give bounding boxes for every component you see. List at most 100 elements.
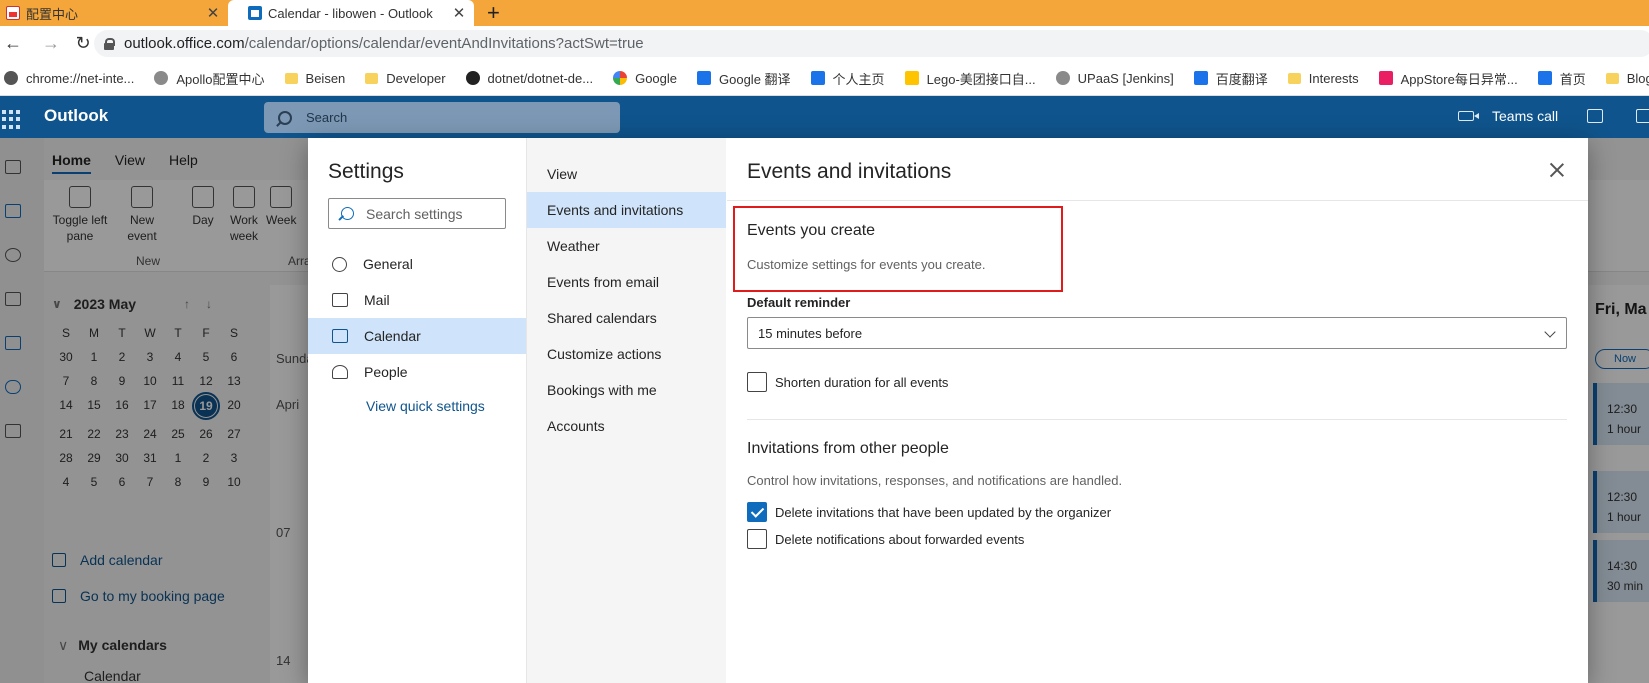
google-icon bbox=[613, 71, 628, 85]
settings-content: Events and invitations Events you create… bbox=[727, 138, 1588, 683]
folder-icon bbox=[284, 72, 298, 84]
tab-label: 配置中心 bbox=[26, 6, 79, 22]
settings-subcategory-accounts[interactable]: Accounts bbox=[527, 408, 726, 444]
people-icon bbox=[332, 365, 348, 379]
bookmark-item[interactable]: Google bbox=[613, 71, 677, 86]
default-reminder-dropdown[interactable]: 15 minutes before bbox=[747, 317, 1567, 349]
search-input[interactable]: Search bbox=[264, 102, 620, 133]
tab-outlook-calendar[interactable]: Calendar - libowen - Outlook ✕ bbox=[228, 0, 474, 26]
settings-subcategory-weather[interactable]: Weather bbox=[527, 228, 726, 264]
mail-icon bbox=[332, 293, 348, 307]
delete-forwarded-notifications-option[interactable]: Delete notifications about forwarded eve… bbox=[747, 529, 1024, 549]
bookmark-item[interactable]: chrome://net-inte... bbox=[4, 71, 134, 86]
video-camera-icon bbox=[1458, 111, 1479, 121]
settings-subcategory-events-and-invitations[interactable]: Events and invitations bbox=[527, 192, 726, 228]
globe-icon bbox=[4, 71, 18, 85]
settings-search-placeholder: Search settings bbox=[366, 205, 463, 222]
settings-categories-pane: Settings Search settings General Mail Ca… bbox=[308, 138, 527, 683]
chat-icon[interactable] bbox=[1587, 109, 1603, 123]
content-title: Events and invitations bbox=[747, 160, 952, 183]
highlight-box bbox=[733, 206, 1063, 292]
forward-arrow-icon[interactable]: → bbox=[38, 31, 64, 57]
folder-icon bbox=[1287, 72, 1301, 84]
settings-subcategory-bookings-with-me[interactable]: Bookings with me bbox=[527, 372, 726, 408]
bookmark-folder[interactable]: Interests bbox=[1287, 71, 1359, 86]
bookmark-folder[interactable]: Developer bbox=[365, 71, 446, 86]
bookmark-item[interactable]: 首页 bbox=[1537, 69, 1586, 88]
gear-icon bbox=[332, 256, 347, 272]
search-placeholder: Search bbox=[306, 110, 348, 125]
settings-subcategory-shared-calendars[interactable]: Shared calendars bbox=[527, 300, 726, 336]
shorten-duration-option[interactable]: Shorten duration for all events bbox=[747, 372, 948, 392]
checkbox-label: Delete invitations that have been update… bbox=[775, 504, 1112, 520]
translate-icon bbox=[697, 71, 711, 85]
jenkins-icon bbox=[1055, 71, 1070, 85]
lock-icon[interactable] bbox=[104, 37, 115, 50]
section-heading-invitations: Invitations from other people bbox=[747, 440, 949, 457]
meituan-icon bbox=[904, 71, 919, 85]
teams-call-label: Teams call bbox=[1492, 108, 1559, 124]
tab-config-center[interactable]: 配置中心 ✕ bbox=[0, 0, 228, 26]
close-tab-icon[interactable]: ✕ bbox=[204, 4, 222, 22]
settings-subcategory-customize-actions[interactable]: Customize actions bbox=[527, 336, 726, 372]
bookmark-folder[interactable]: Beisen bbox=[284, 71, 345, 86]
delete-updated-invitations-option[interactable]: Delete invitations that have been update… bbox=[747, 502, 1111, 522]
github-icon bbox=[465, 71, 480, 85]
app-brand[interactable]: Outlook bbox=[44, 106, 108, 126]
appstore-icon bbox=[1378, 71, 1393, 85]
bookmark-folder[interactable]: Blog bbox=[1605, 71, 1649, 86]
baidu-translate-icon bbox=[1193, 71, 1208, 85]
app-launcher-icon[interactable] bbox=[0, 105, 24, 129]
section-heading-events-you-create: Events you create bbox=[747, 222, 876, 239]
reload-icon[interactable]: ↻ bbox=[70, 31, 96, 57]
checkbox-label: Delete notifications about forwarded eve… bbox=[775, 531, 1025, 547]
delete-forwarded-notifications-checkbox[interactable] bbox=[747, 529, 767, 549]
settings-category-mail[interactable]: Mail bbox=[308, 282, 526, 318]
outlook-calendar-favicon-icon bbox=[248, 6, 262, 20]
bookmark-item[interactable]: UPaaS [Jenkins] bbox=[1055, 71, 1174, 86]
bookmark-item[interactable]: 个人主页 bbox=[810, 69, 885, 88]
settings-title: Settings bbox=[328, 160, 404, 183]
divider bbox=[727, 200, 1588, 201]
teams-call-button[interactable]: Teams call bbox=[1458, 108, 1558, 124]
bookmark-item[interactable]: AppStore每日异常... bbox=[1378, 69, 1518, 88]
view-quick-settings-link[interactable]: View quick settings bbox=[366, 398, 485, 414]
delete-updated-invitations-checkbox[interactable] bbox=[747, 502, 767, 522]
section-description: Control how invitations, responses, and … bbox=[747, 473, 1123, 488]
url-field[interactable]: outlook.office.com/calendar/options/cale… bbox=[94, 30, 1649, 57]
bookmark-item[interactable]: Lego-美团接口自... bbox=[904, 69, 1036, 88]
config-favicon-icon bbox=[6, 6, 20, 20]
address-bar-row: ← → ↻ outlook.office.com/calendar/option… bbox=[0, 26, 1649, 61]
bookmark-item[interactable]: dotnet/dotnet-de... bbox=[465, 71, 593, 86]
bookmark-item[interactable]: 百度翻译 bbox=[1193, 69, 1268, 88]
info-icon bbox=[810, 71, 825, 85]
search-icon bbox=[341, 207, 354, 220]
settings-category-general[interactable]: General bbox=[308, 246, 526, 282]
bookmark-item[interactable]: Google 翻译 bbox=[697, 69, 791, 88]
default-reminder-value: 15 minutes before bbox=[758, 325, 863, 341]
settings-category-calendar[interactable]: Calendar bbox=[308, 318, 526, 354]
back-arrow-icon[interactable]: ← bbox=[0, 31, 26, 57]
settings-search-input[interactable]: Search settings bbox=[328, 198, 506, 229]
settings-subcategory-events-from-email[interactable]: Events from email bbox=[527, 264, 726, 300]
checkbox-label: Shorten duration for all events bbox=[775, 374, 949, 390]
settings-subcategories-pane: View Events and invitations Weather Even… bbox=[527, 138, 726, 683]
calendar-icon bbox=[332, 329, 348, 343]
new-tab-icon[interactable]: + bbox=[487, 0, 500, 26]
close-tab-icon[interactable]: ✕ bbox=[450, 4, 468, 22]
apollo-icon bbox=[154, 71, 169, 85]
settings-category-people[interactable]: People bbox=[308, 354, 526, 390]
chevron-down-icon bbox=[1544, 326, 1556, 338]
bookmarks-bar: chrome://net-inte... Apollo配置中心 Beisen D… bbox=[0, 61, 1649, 96]
url-path: /calendar/options/calendar/eventAndInvit… bbox=[244, 35, 644, 52]
search-icon bbox=[278, 110, 292, 125]
bookmark-item[interactable]: Apollo配置中心 bbox=[154, 69, 265, 88]
tab-label: Calendar - libowen - Outlook bbox=[268, 5, 433, 21]
settings-subcategory-view[interactable]: View bbox=[527, 156, 726, 192]
shorten-duration-checkbox[interactable] bbox=[747, 372, 767, 392]
close-icon[interactable] bbox=[1549, 162, 1565, 178]
folder-icon bbox=[365, 72, 379, 84]
divider bbox=[747, 419, 1567, 420]
outlook-header: Outlook Search Teams call bbox=[0, 96, 1649, 138]
office-icon[interactable] bbox=[1636, 109, 1649, 123]
